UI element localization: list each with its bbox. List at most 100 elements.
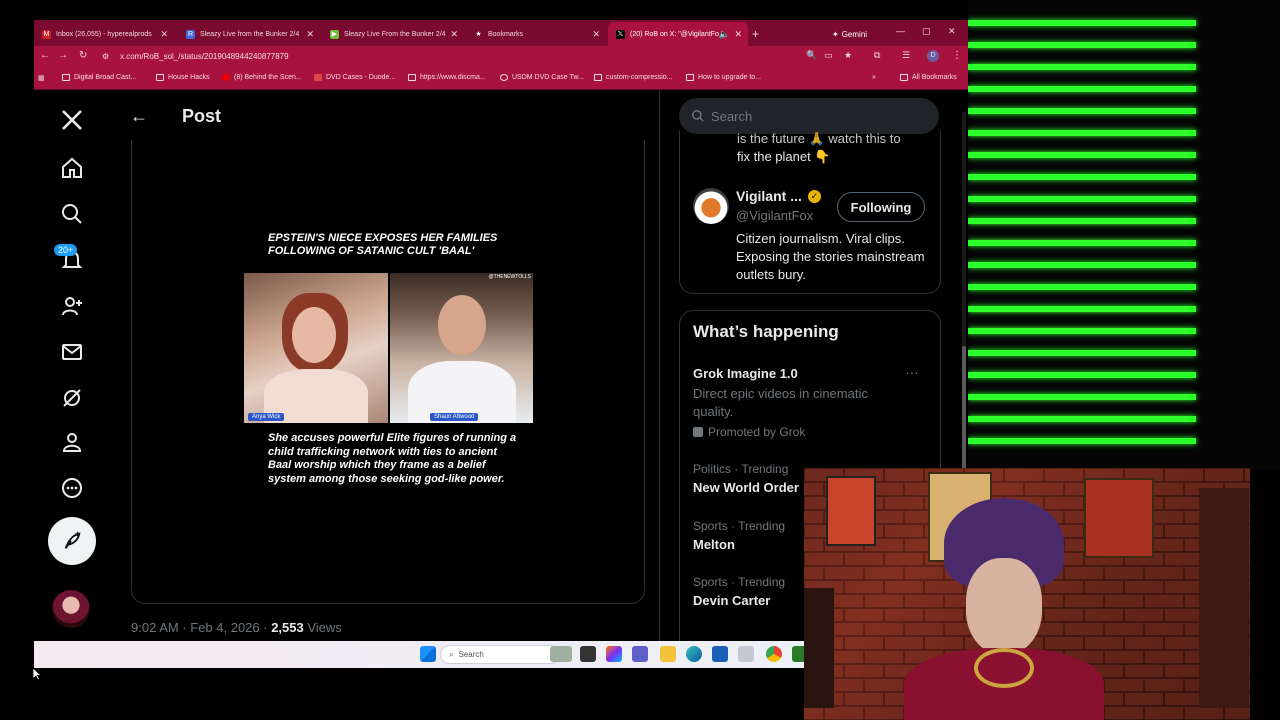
url-field[interactable]: x.com/RoB_sol_/status/201904894424087787… — [120, 52, 289, 61]
bookmark-item[interactable]: DVD Cases - Duode... — [314, 74, 395, 81]
brick — [1104, 622, 1144, 636]
trend-item[interactable]: Sports · Trending Melton — [693, 519, 785, 552]
menu-kebab-icon[interactable]: ⋮ — [952, 50, 962, 61]
reload-icon[interactable]: ↻ — [79, 50, 87, 61]
close-icon[interactable]: ✕ — [734, 29, 742, 40]
close-icon[interactable]: ✕ — [592, 29, 600, 40]
messages-envelope-icon[interactable] — [58, 338, 86, 366]
promoted-icon — [693, 427, 703, 437]
more-options-icon[interactable]: ··· — [905, 364, 919, 380]
mute-icon[interactable]: 🔈 — [719, 29, 730, 40]
tab-gmail[interactable]: M Inbox (26,055) - hyperealprods ✕ — [34, 22, 174, 46]
brick — [804, 510, 824, 524]
brick — [1104, 650, 1144, 664]
brick — [1144, 594, 1184, 608]
post-time[interactable]: 9:02 AM · Feb 4, 2026 · — [131, 620, 271, 635]
close-window-icon[interactable]: ✕ — [948, 26, 956, 37]
x-logo-icon[interactable] — [58, 106, 86, 134]
bookmark-item[interactable]: custom-compressio... — [594, 74, 673, 81]
profile-person-icon[interactable] — [58, 428, 86, 456]
store-icon[interactable] — [712, 646, 728, 662]
minimize-icon[interactable]: — — [896, 26, 905, 36]
brick — [864, 706, 904, 720]
brick — [1144, 622, 1184, 636]
all-bookmarks[interactable]: All Bookmarks — [900, 74, 957, 81]
close-icon[interactable]: ✕ — [160, 29, 168, 40]
bookmark-item[interactable]: USDM DVD Case Tw... — [500, 74, 584, 81]
trend-context: Politics · Trending — [693, 462, 789, 476]
account-name-row[interactable]: Vigilant ... ✓ — [736, 188, 821, 204]
bookmark-item[interactable]: (8) Behind the Scen... — [222, 74, 302, 81]
account-avatar[interactable] — [52, 590, 90, 628]
youtube-icon — [222, 74, 230, 81]
trend-description: Direct epic videos in cinematic quality. — [693, 386, 868, 419]
post-media-frame[interactable] — [131, 140, 645, 604]
brick — [1124, 580, 1164, 594]
bookmark-item[interactable]: https://www.discma... — [408, 74, 486, 81]
cast-icon[interactable]: ▭ — [824, 50, 833, 61]
explore-search-icon[interactable] — [58, 200, 86, 228]
trend-item[interactable]: Politics · Trending New World Order — [693, 462, 799, 495]
neon-stripe — [968, 438, 1196, 444]
bookmark-item[interactable]: House Hacks — [156, 74, 210, 81]
site-info-icon[interactable]: ⚙ — [102, 52, 109, 61]
file-explorer-icon[interactable] — [660, 646, 676, 662]
back-arrow-icon[interactable]: ← — [130, 106, 148, 127]
verified-badge-icon: ✓ — [807, 189, 821, 203]
close-icon[interactable]: ✕ — [450, 29, 458, 40]
trend-title: Devin Carter — [693, 593, 771, 608]
copilot-icon[interactable] — [606, 646, 622, 662]
brick — [1104, 566, 1144, 580]
zoom-icon[interactable]: 🔍 — [806, 50, 817, 61]
settings-gear-icon[interactable] — [738, 646, 754, 662]
brick — [804, 538, 824, 552]
x-icon: 𝕏 — [616, 29, 625, 39]
tabs-icon[interactable]: ☰ — [902, 50, 910, 61]
teams-icon[interactable] — [632, 646, 648, 662]
profile-icon[interactable]: D — [927, 50, 939, 62]
tab-label: Bookmarks — [488, 30, 524, 38]
account-name: Vigilant ... — [736, 188, 802, 204]
search-input[interactable]: Search — [679, 98, 939, 134]
follow-people-icon[interactable] — [58, 292, 86, 320]
following-button[interactable]: Following — [837, 192, 925, 222]
forward-icon[interactable]: → — [58, 50, 68, 61]
trend-item[interactable]: Grok Imagine 1.0 Direct epic videos in c… — [693, 364, 933, 439]
tab-x-post[interactable]: 𝕏 (20) RoB on X: "@VigilantFo 🔈 ✕ — [608, 22, 748, 46]
bookmark-star-icon[interactable]: ★ — [844, 50, 852, 61]
video-frame-left[interactable]: Anya Wick — [244, 273, 388, 423]
vigilant-fox-avatar[interactable] — [693, 188, 729, 224]
compose-post-button[interactable] — [48, 517, 96, 565]
apps-icon[interactable]: ▦ — [38, 74, 45, 82]
video-frame-right[interactable]: @THENEWTOLLS Shaun Attwood — [390, 273, 533, 423]
maximize-icon[interactable]: ▢ — [922, 26, 931, 37]
brick — [864, 566, 904, 580]
chrome-icon[interactable] — [766, 646, 782, 662]
task-view-icon[interactable] — [580, 646, 596, 662]
close-icon[interactable]: ✕ — [306, 29, 314, 40]
new-tab-button[interactable]: + — [752, 22, 770, 46]
more-bookmarks-icon[interactable]: » — [872, 74, 876, 81]
grok-icon[interactable] — [58, 384, 86, 412]
gemini-button[interactable]: ✦ Gemini — [824, 22, 874, 46]
widget-icon[interactable] — [550, 646, 572, 662]
watermark: @THENEWTOLLS — [488, 274, 532, 280]
home-icon[interactable] — [58, 154, 86, 182]
tab-label: (20) RoB on X: "@VigilantFo — [630, 30, 719, 38]
extension-icon[interactable]: ⧉ — [874, 50, 880, 61]
trend-item[interactable]: Sports · Trending Devin Carter — [693, 575, 785, 608]
bookmark-item[interactable]: Digital Broad Cast... — [62, 74, 136, 81]
bookmark-item[interactable]: How to upgrade to... — [686, 74, 761, 81]
folder-icon — [900, 74, 908, 81]
tab-rumble[interactable]: ▶ Sleazy Live From the Bunker 2/4 ✕ — [322, 22, 464, 46]
wall-poster — [826, 476, 876, 546]
neon-stripe — [968, 196, 1196, 202]
edge-icon[interactable] — [686, 646, 702, 662]
back-icon[interactable]: ← — [40, 50, 50, 61]
tab-restream[interactable]: R Sleazy Live from the Bunker 2/4 ✕ — [178, 22, 320, 46]
brick — [1204, 468, 1244, 482]
windows-start-icon[interactable] — [420, 646, 436, 662]
more-circle-icon[interactable] — [58, 474, 86, 502]
tab-bookmarks[interactable]: ★ Bookmarks ✕ — [466, 22, 606, 46]
taskbar-search[interactable]: ⌕ Search — [440, 645, 560, 664]
